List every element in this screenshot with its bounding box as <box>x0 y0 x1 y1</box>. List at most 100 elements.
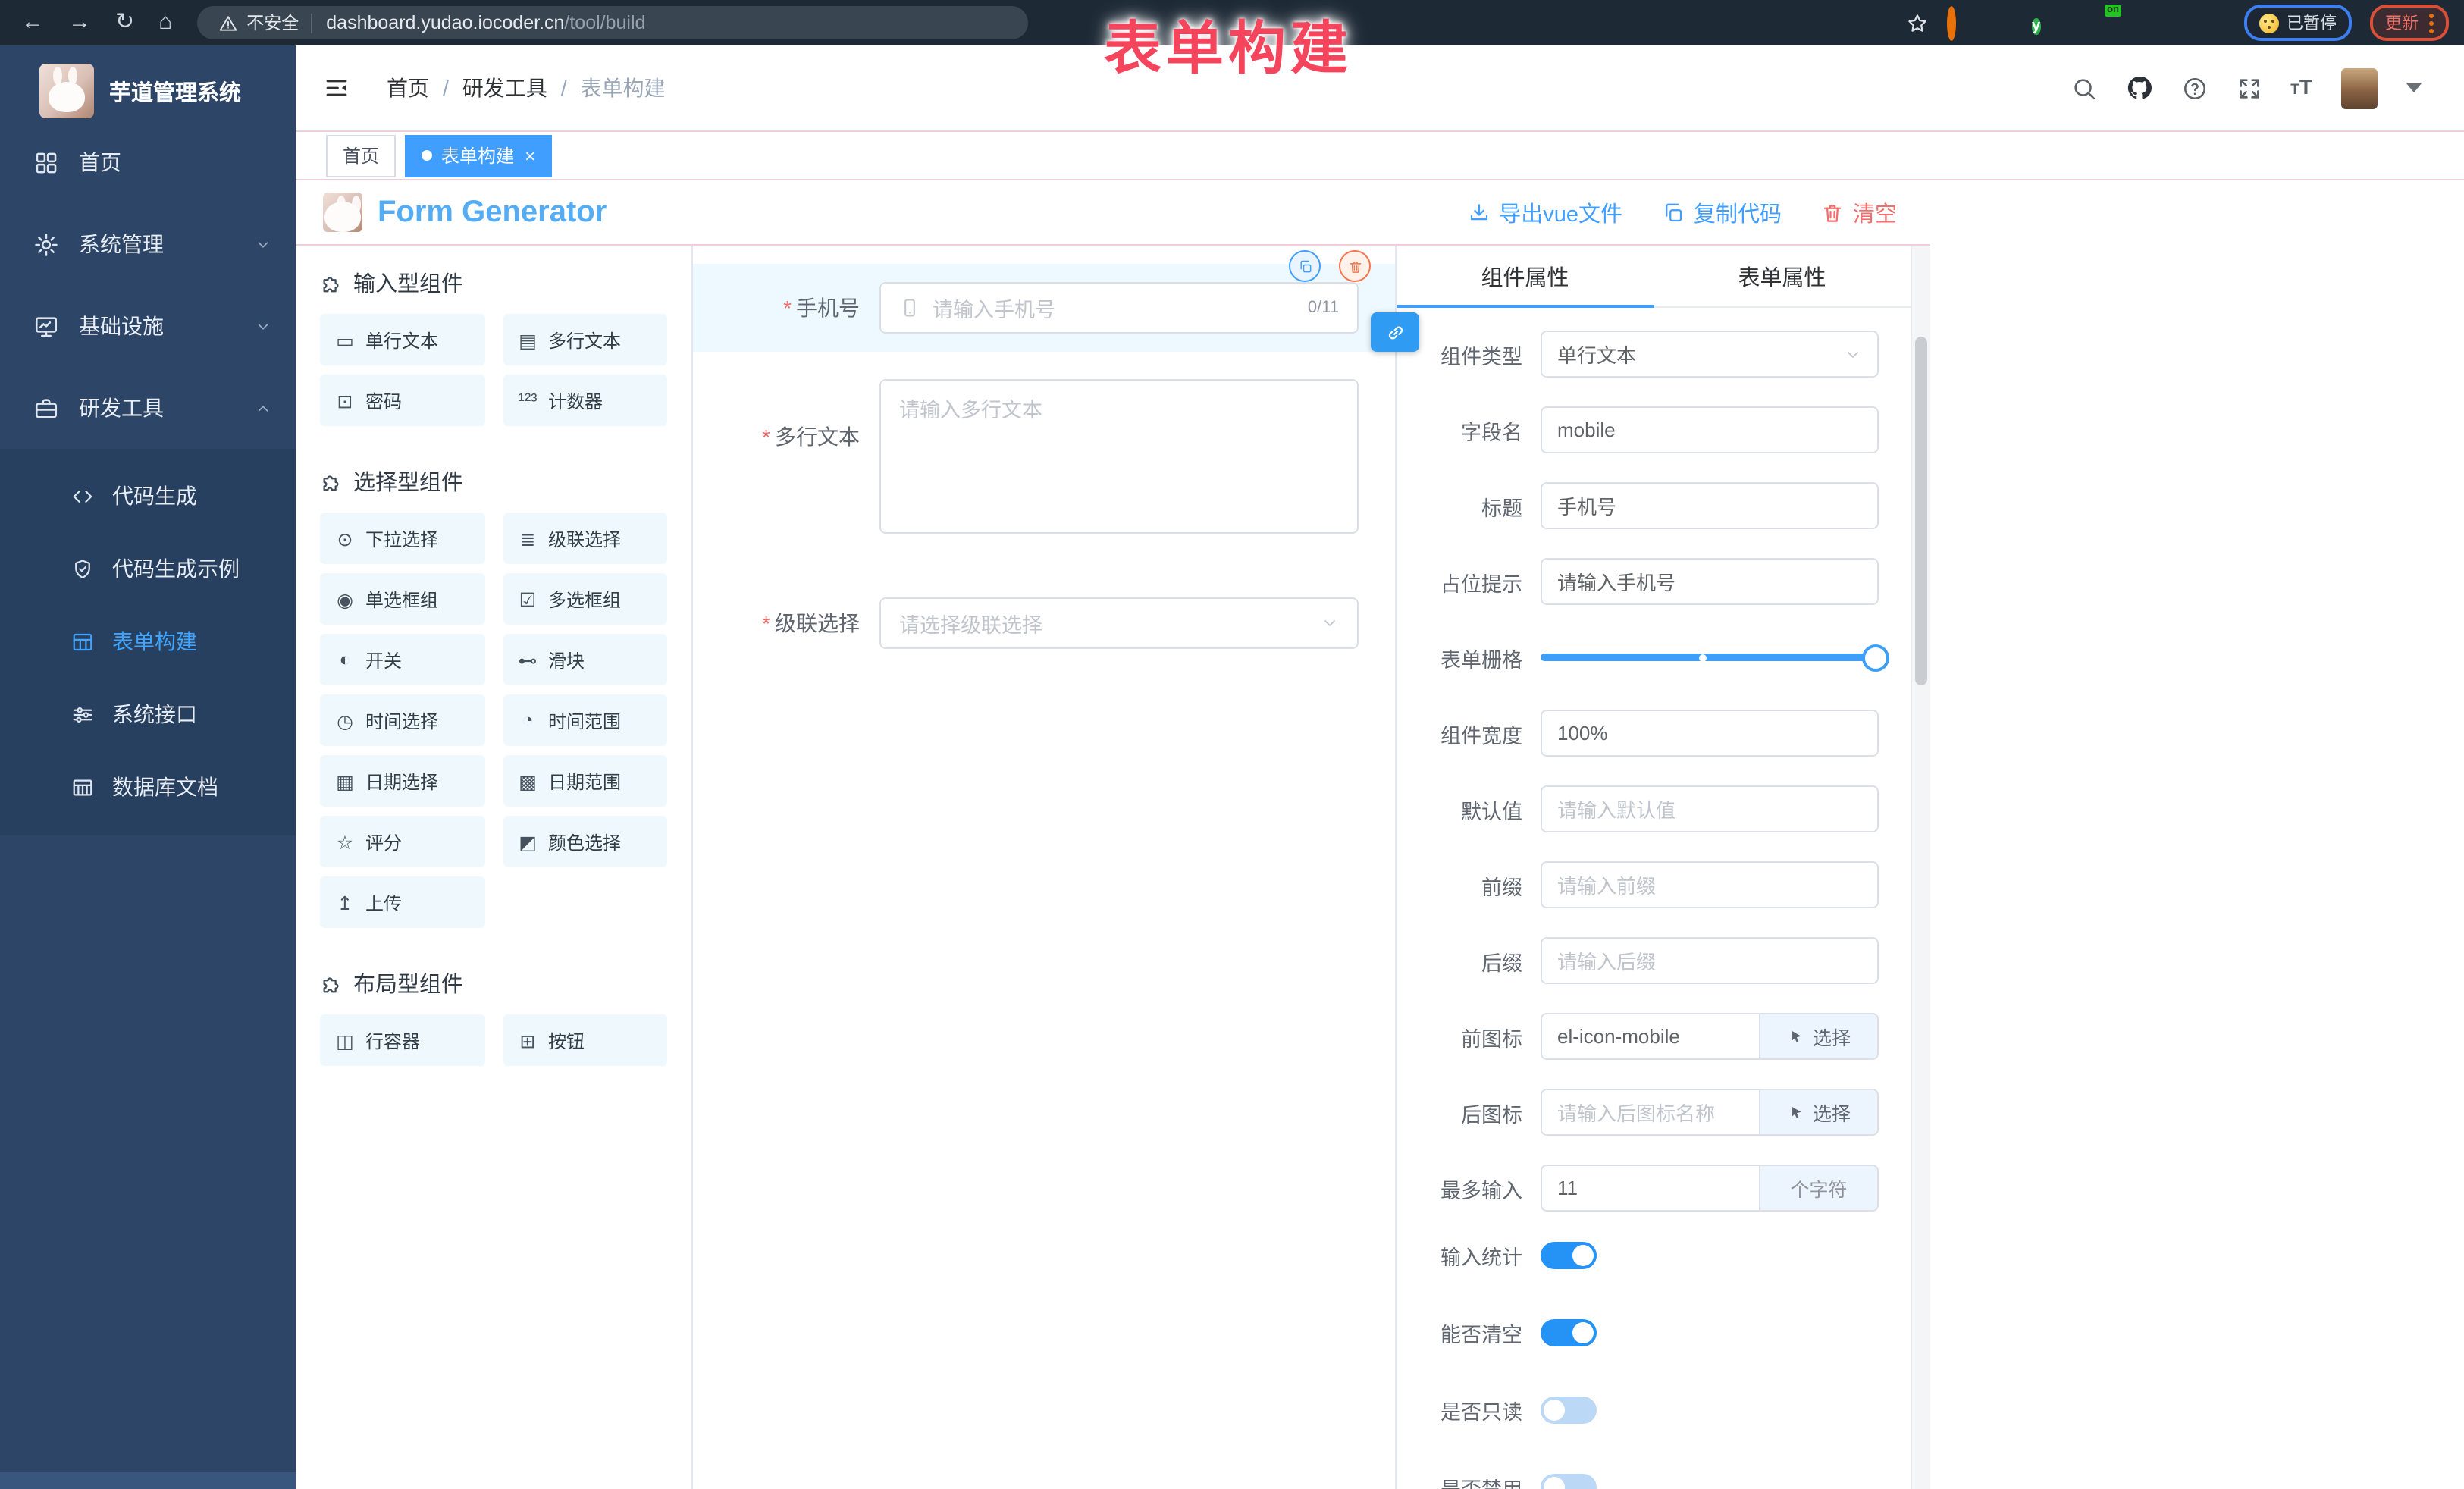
canvas-field-textarea[interactable]: *多行文本 请输入多行文本 <box>693 361 1395 552</box>
mobile-input[interactable]: 请输入手机号 0/11 <box>879 282 1359 334</box>
suffix-input[interactable]: 请输入后缀 <box>1541 937 1879 984</box>
max-input-field[interactable]: 11 <box>1541 1165 1760 1212</box>
title-input[interactable]: 手机号 <box>1541 482 1879 529</box>
component-chip[interactable]: ⊷ 滑块 <box>503 634 667 685</box>
component-chip[interactable]: ⊞ 按钮 <box>503 1014 667 1066</box>
width-input[interactable]: 100% <box>1541 710 1879 757</box>
default-value-input[interactable]: 请输入默认值 <box>1541 785 1879 832</box>
font-size-icon[interactable]: TT <box>2290 74 2312 102</box>
scrollbar-thumb[interactable] <box>1915 337 1927 685</box>
canvas-field-mobile[interactable]: *手机号 请输入手机号 0/11 <box>693 264 1395 352</box>
component-chip[interactable]: ↥ 上传 <box>320 876 484 928</box>
component-chip[interactable]: ⊡ 密码 <box>320 375 484 426</box>
placeholder-input[interactable]: 请输入手机号 <box>1541 558 1879 605</box>
extension-squares-icon[interactable] <box>2074 11 2099 35</box>
address-bar[interactable]: 不安全 dashboard.yudao.iocoder.cn/tool/buil… <box>196 6 1027 39</box>
component-chip[interactable]: ▦ 日期选择 <box>320 755 484 807</box>
extension-drop-icon[interactable] <box>1989 11 2014 35</box>
readonly-toggle[interactable] <box>1541 1397 1597 1424</box>
extension-switch-on-icon[interactable] <box>2117 11 2141 35</box>
browser-back-icon[interactable]: ← <box>21 0 44 45</box>
component-chip[interactable]: ◩ 颜色选择 <box>503 816 667 867</box>
extension-colorpicker-icon[interactable] <box>1947 11 1971 35</box>
browser-menu-icon[interactable] <box>2429 20 2434 25</box>
search-icon[interactable] <box>2071 75 2096 101</box>
component-chip[interactable]: ▩ 日期范围 <box>503 755 667 807</box>
form-grid-slider[interactable] <box>1541 634 1879 681</box>
paused-extension-badge[interactable]: 已暂停 <box>2244 5 2352 41</box>
component-chip-icon: ¹²³ <box>516 390 539 411</box>
canvas-field-cascader[interactable]: *级联选择 请选择级联选择 <box>693 579 1395 667</box>
field-name-input[interactable]: mobile <box>1541 406 1879 453</box>
component-chip-label: 多选框组 <box>548 586 621 612</box>
show-count-toggle[interactable] <box>1541 1242 1597 1269</box>
sidebar-logo[interactable]: 芋道管理系统 <box>0 45 296 118</box>
sidebar-item-devtools[interactable]: 研发工具 <box>0 367 296 449</box>
sidebar-item-form-build[interactable]: 表单构建 <box>0 605 296 678</box>
prefix-icon-select-button[interactable]: 选择 <box>1760 1013 1879 1060</box>
prefix-icon-input[interactable]: el-icon-mobile <box>1541 1013 1760 1060</box>
slider-handle[interactable] <box>1862 644 1889 671</box>
user-avatar[interactable] <box>2341 67 2378 108</box>
field-label: *级联选择 <box>693 608 879 638</box>
cascader-select[interactable]: 请选择级联选择 <box>879 597 1359 649</box>
tab-home[interactable]: 首页 <box>326 134 396 177</box>
component-chip[interactable]: ☆ 评分 <box>320 816 484 867</box>
component-chip[interactable]: ◷ 时间选择 <box>320 694 484 746</box>
suffix-icon-select-button[interactable]: 选择 <box>1760 1089 1879 1136</box>
component-chip[interactable]: ◔ 时间范围 <box>503 694 667 746</box>
delete-field-button[interactable] <box>1339 250 1371 282</box>
clearable-toggle[interactable] <box>1541 1319 1597 1346</box>
sidebar-collapse-bar[interactable] <box>0 1472 296 1489</box>
window-scrollbar[interactable] <box>1911 246 1930 1489</box>
bookmark-star-icon[interactable] <box>1906 11 1929 34</box>
extension-lizard-icon[interactable] <box>2159 11 2183 35</box>
extension-puzzle-icon[interactable] <box>2202 11 2226 35</box>
browser-home-icon[interactable]: ⌂ <box>158 0 172 45</box>
sidebar-item-codegen[interactable]: 代码生成 <box>0 459 296 532</box>
component-chip[interactable]: ▤ 多行文本 <box>503 314 667 365</box>
breadcrumb-home[interactable]: 首页 <box>387 73 429 103</box>
component-chip[interactable]: ≣ 级联选择 <box>503 513 667 564</box>
prefix-input[interactable]: 请输入前缀 <box>1541 861 1879 908</box>
avatar-caret-icon[interactable] <box>2406 83 2422 92</box>
textarea-placeholder: 请输入多行文本 <box>899 399 1042 422</box>
component-type-select[interactable]: 单行文本 <box>1541 331 1879 378</box>
fullscreen-icon[interactable] <box>2236 75 2262 101</box>
update-browser-badge[interactable]: 更新 <box>2370 5 2449 41</box>
sidebar-item-db-doc[interactable]: 数据库文档 <box>0 751 296 823</box>
browser-forward-icon[interactable]: → <box>68 0 91 45</box>
sidebar-item-codegen-demo[interactable]: 代码生成示例 <box>0 532 296 605</box>
help-icon[interactable] <box>2181 75 2207 101</box>
breadcrumb-devtools[interactable]: 研发工具 <box>462 73 547 103</box>
github-icon[interactable] <box>2125 74 2152 102</box>
component-chip[interactable]: ⊙ 下拉选择 <box>320 513 484 564</box>
sidebar-item-system-api[interactable]: 系统接口 <box>0 678 296 751</box>
disabled-toggle[interactable] <box>1541 1474 1597 1489</box>
component-chip[interactable]: ◉ 单选框组 <box>320 573 484 625</box>
security-label[interactable]: 不安全 <box>246 11 299 35</box>
copy-code-button[interactable]: 复制代码 <box>1662 196 1782 228</box>
sidebar-item-system[interactable]: 系统管理 <box>0 203 296 285</box>
component-chip[interactable]: ¹²³ 计数器 <box>503 375 667 426</box>
component-chip[interactable]: ▭ 单行文本 <box>320 314 484 365</box>
suffix-icon-input[interactable]: 请输入后图标名称 <box>1541 1089 1760 1136</box>
clear-button[interactable]: 清空 <box>1821 196 1897 228</box>
textarea-input[interactable]: 请输入多行文本 <box>879 379 1359 534</box>
hamburger-fold-icon[interactable] <box>323 74 350 102</box>
link-handle-button[interactable] <box>1371 312 1419 352</box>
component-chip[interactable]: ◐ 开关 <box>320 634 484 685</box>
tab-close-icon[interactable]: × <box>525 146 535 165</box>
extension-y-icon[interactable]: y <box>2032 11 2056 35</box>
export-vue-button[interactable]: 导出vue文件 <box>1467 196 1622 228</box>
component-chip[interactable]: ☑ 多选框组 <box>503 573 667 625</box>
tab-component-props[interactable]: 组件属性 <box>1397 246 1654 306</box>
tab-form-build[interactable]: 表单构建 × <box>405 134 552 177</box>
tab-form-props[interactable]: 表单属性 <box>1654 246 1911 306</box>
component-chip[interactable]: ◫ 行容器 <box>320 1014 484 1066</box>
warning-icon <box>218 13 237 33</box>
duplicate-field-button[interactable] <box>1289 250 1321 282</box>
browser-reload-icon[interactable]: ↻ <box>115 0 134 45</box>
sidebar-item-home[interactable]: 首页 <box>0 121 296 203</box>
sidebar-item-infra[interactable]: 基础设施 <box>0 285 296 367</box>
